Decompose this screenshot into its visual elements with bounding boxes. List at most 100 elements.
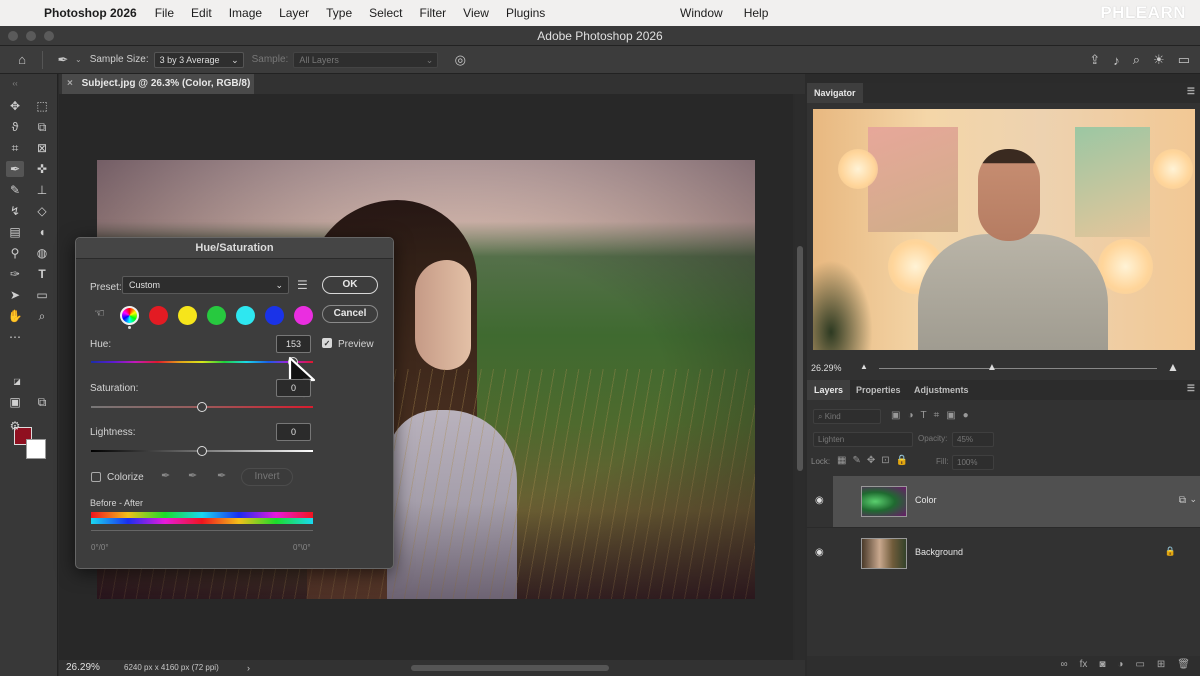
saturation-input[interactable]: 0 bbox=[276, 379, 311, 397]
vertical-scroll-thumb[interactable] bbox=[797, 246, 803, 471]
red-channel-swatch[interactable] bbox=[149, 306, 168, 325]
cyan-channel-swatch[interactable] bbox=[236, 306, 255, 325]
tab-properties[interactable]: Properties bbox=[849, 380, 908, 400]
preset-options-icon[interactable]: ☰ bbox=[297, 278, 308, 292]
blue-channel-swatch[interactable] bbox=[265, 306, 284, 325]
eyedropper-tool-icon[interactable]: ✒ bbox=[6, 161, 24, 177]
master-channel-swatch[interactable] bbox=[120, 306, 139, 325]
opacity-input[interactable]: 45% bbox=[952, 432, 994, 447]
add-mask-icon[interactable]: ◙ bbox=[1099, 659, 1105, 670]
layer-name[interactable]: Background bbox=[915, 547, 963, 557]
clone-stamp-tool-icon[interactable]: ⊥ bbox=[33, 182, 51, 198]
frame-tool-icon[interactable]: ⊠ bbox=[33, 140, 51, 156]
eyedropper-icon[interactable]: ✒ bbox=[161, 469, 170, 482]
gradient-tool-icon[interactable]: ▤ bbox=[6, 224, 24, 240]
layer-filter-icons[interactable]: ▣◑T⌗▣● bbox=[891, 410, 976, 421]
rectangle-tool-icon[interactable]: ▭ bbox=[33, 287, 51, 303]
green-channel-swatch[interactable] bbox=[207, 306, 226, 325]
lightness-input[interactable]: 0 bbox=[276, 423, 311, 441]
adjustment-layer-icon[interactable]: ◑ bbox=[1117, 659, 1123, 670]
lock-icons[interactable]: ▦✎✥⊡🔒 bbox=[837, 455, 914, 466]
workspace-icon[interactable]: ▭ bbox=[1178, 52, 1190, 68]
menu-app-name[interactable]: Photoshop 2026 bbox=[44, 6, 137, 20]
smart-object-link-icon[interactable]: ⧉ bbox=[1179, 495, 1186, 506]
menu-help[interactable]: Help bbox=[744, 6, 769, 20]
fill-input[interactable]: 100% bbox=[952, 455, 994, 470]
layer-filter-kind[interactable]: ⌕ Kind bbox=[813, 409, 881, 424]
menu-layer[interactable]: Layer bbox=[279, 6, 309, 20]
sponge-tool-icon[interactable]: ◍ bbox=[33, 245, 51, 261]
preview-checkbox[interactable]: ✓ bbox=[322, 338, 332, 348]
collapse-toolbar-icon[interactable]: ‹‹ bbox=[6, 76, 24, 92]
tool-preset-chevron-icon[interactable]: ⌄ bbox=[75, 55, 82, 64]
sample-ring-icon[interactable]: ◎ bbox=[448, 52, 472, 68]
navigator-zoom-track[interactable] bbox=[879, 368, 1157, 369]
dialog-title[interactable]: Hue/Saturation bbox=[76, 238, 393, 259]
generative-tool-icon[interactable]: ⚙ bbox=[6, 418, 24, 434]
zoom-tool-icon[interactable]: ⌕ bbox=[33, 308, 51, 324]
delete-layer-icon[interactable]: 🗑 bbox=[1177, 659, 1190, 670]
eyedropper-tool-icon[interactable]: ✒ bbox=[51, 52, 75, 68]
layers-menu-icon[interactable]: ☰ bbox=[1187, 383, 1195, 394]
cancel-button[interactable]: Cancel bbox=[322, 305, 378, 323]
zoom-out-icon[interactable]: ▲ bbox=[860, 362, 868, 371]
crop-tool-icon[interactable]: ⌗ bbox=[6, 140, 24, 156]
marquee-tool-icon[interactable]: ⬚ bbox=[33, 98, 51, 114]
layer-name[interactable]: Color bbox=[915, 495, 937, 505]
eraser-tool-icon[interactable]: ◇ bbox=[33, 203, 51, 219]
navigator-zoom[interactable]: 26.29% bbox=[811, 363, 842, 373]
pen-tool-icon[interactable]: ✑ bbox=[6, 266, 24, 282]
quick-mask-icon[interactable]: ▣ bbox=[6, 394, 24, 410]
horizontal-scroll-thumb[interactable] bbox=[411, 665, 609, 671]
ok-button[interactable]: OK bbox=[322, 276, 378, 294]
close-tab-icon[interactable]: × bbox=[67, 78, 73, 89]
menu-view[interactable]: View bbox=[463, 6, 489, 20]
close-window-button[interactable] bbox=[8, 31, 18, 41]
menu-type[interactable]: Type bbox=[326, 6, 352, 20]
colorize-checkbox[interactable] bbox=[91, 472, 101, 482]
document-tab[interactable]: × Subject.jpg @ 26.3% (Color, RGB/8) * bbox=[62, 74, 254, 109]
tab-layers[interactable]: Layers bbox=[807, 380, 851, 400]
preset-select[interactable]: Custom ⌄ bbox=[122, 276, 289, 294]
bell-icon[interactable]: ♪ bbox=[1113, 53, 1120, 68]
layer-row-color[interactable]: Color ⧉ ⌄ bbox=[833, 476, 1200, 527]
type-tool-icon[interactable]: T bbox=[33, 266, 51, 282]
minimize-window-button[interactable] bbox=[26, 31, 36, 41]
eye-icon[interactable]: ◉ bbox=[815, 547, 824, 558]
blend-mode-select[interactable]: Lighten bbox=[813, 432, 913, 447]
object-select-tool-icon[interactable]: ⧉ bbox=[33, 119, 51, 135]
home-icon[interactable]: ⌂ bbox=[10, 52, 34, 67]
screen-mode-icon[interactable]: ⧉ bbox=[33, 394, 51, 410]
share-icon[interactable]: ⇪ bbox=[1089, 52, 1100, 68]
canvas-vertical-scrollbar[interactable] bbox=[795, 94, 805, 660]
invert-button[interactable]: Invert bbox=[241, 468, 293, 486]
navigator-menu-icon[interactable]: ☰ bbox=[1187, 86, 1195, 97]
targeted-adjustment-icon[interactable]: ☜ bbox=[94, 306, 105, 320]
tab-navigator[interactable]: Navigator bbox=[807, 83, 863, 103]
background-color-swatch[interactable] bbox=[26, 439, 46, 459]
magenta-channel-swatch[interactable] bbox=[294, 306, 313, 325]
brush-tool-icon[interactable]: ✎ bbox=[6, 182, 24, 198]
more-tools-icon[interactable]: ⋯ bbox=[6, 329, 24, 345]
zoom-window-button[interactable] bbox=[44, 31, 54, 41]
fx-icon[interactable]: fx bbox=[1080, 659, 1088, 670]
lightness-slider-knob[interactable] bbox=[197, 446, 207, 456]
eyedropper-plus-icon[interactable]: ✒ bbox=[188, 469, 197, 482]
menu-image[interactable]: Image bbox=[229, 6, 262, 20]
menu-file[interactable]: File bbox=[155, 6, 174, 20]
blur-tool-icon[interactable]: ◖ bbox=[33, 224, 51, 240]
navigator-zoom-knob[interactable]: ▲ bbox=[987, 362, 997, 373]
zoom-in-icon[interactable]: ▲ bbox=[1167, 360, 1179, 374]
status-chevron-icon[interactable]: › bbox=[247, 660, 250, 676]
menu-plugins[interactable]: Plugins bbox=[506, 6, 545, 20]
navigator-preview[interactable] bbox=[813, 109, 1195, 350]
layer-expand-chevron-icon[interactable]: ⌄ bbox=[1189, 494, 1197, 505]
hue-input[interactable]: 153 bbox=[276, 335, 311, 353]
eyedropper-minus-icon[interactable]: ✒ bbox=[217, 469, 226, 482]
menu-window[interactable]: Window bbox=[680, 6, 723, 20]
layer-row-background[interactable]: Background 🔒 bbox=[833, 528, 1200, 579]
healing-brush-tool-icon[interactable]: ✜ bbox=[33, 161, 51, 177]
hand-tool-icon[interactable]: ✋ bbox=[6, 308, 24, 324]
link-layers-icon[interactable]: ∞ bbox=[1060, 659, 1067, 670]
default-colors-icon[interactable]: ◪ bbox=[8, 374, 26, 390]
